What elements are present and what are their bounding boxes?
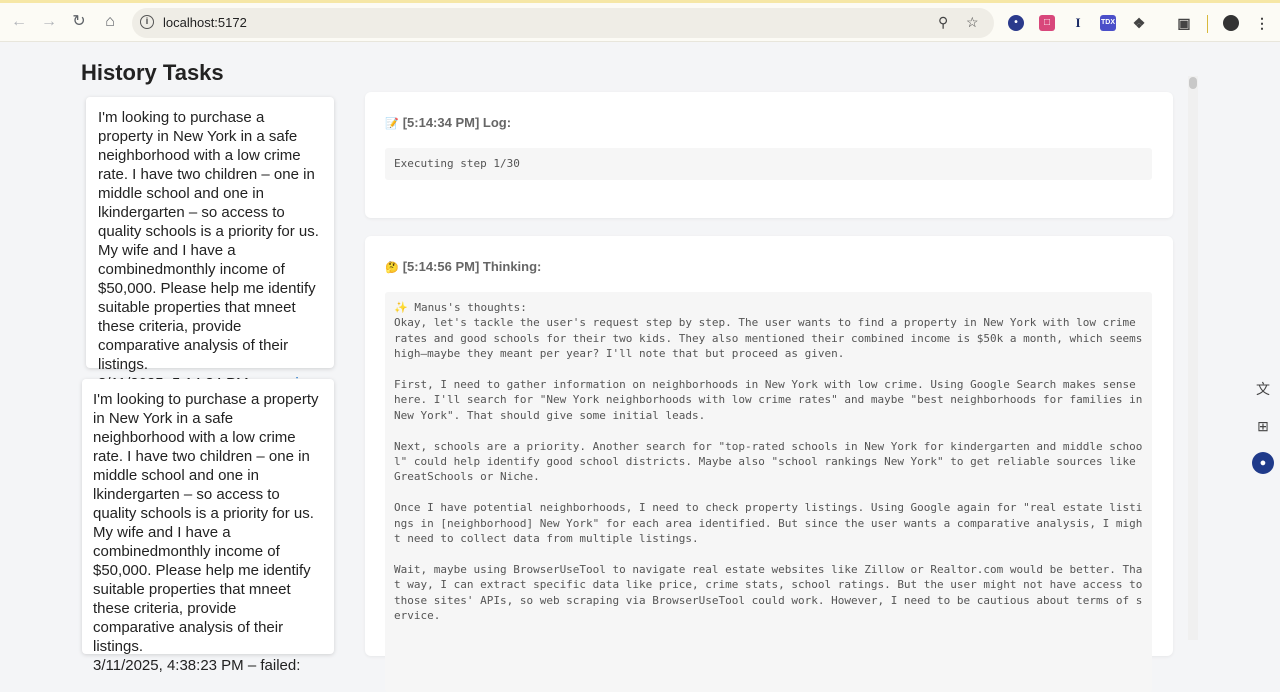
thinking-panel: 🤔 [5:14:56 PM] Thinking: ✨ Manus's though… (365, 236, 1173, 692)
log-heading: 📝 [5:14:34 PM] Log: (385, 115, 511, 130)
browser-toolbar: ← → ↻ ⌂ i localhost:5172 ⚲ ☆ • □ I TDX ❖… (0, 0, 1280, 42)
side-toolbar: 文 ⊞ ● (1246, 372, 1280, 482)
forward-icon[interactable]: → (39, 12, 59, 32)
more-menu-icon[interactable]: ⋮ (1254, 15, 1270, 31)
translate-icon[interactable]: 文 (1252, 378, 1274, 400)
url-text[interactable]: localhost:5172 (163, 15, 247, 30)
memo-icon: 📝 (385, 118, 399, 130)
address-bar[interactable]: i localhost:5172 ⚲ ☆ (132, 8, 994, 38)
screen-capture-icon[interactable]: ▣ (1176, 15, 1192, 31)
assistant-icon[interactable]: ● (1252, 452, 1274, 474)
site-info-icon[interactable]: i (140, 15, 154, 29)
task-card[interactable]: I'm looking to purchase a property in Ne… (82, 379, 334, 674)
home-icon[interactable]: ⌂ (100, 12, 120, 32)
extensions-puzzle-icon[interactable]: ❖ (1131, 15, 1147, 31)
thinking-heading: 🤔 [5:14:56 PM] Thinking: (385, 259, 541, 274)
task-status: failed: (260, 657, 301, 674)
back-icon[interactable]: ← (9, 12, 29, 32)
task-card[interactable]: I'm looking to purchase a property in Ne… (86, 97, 334, 392)
bookmark-star-icon[interactable]: ☆ (966, 14, 979, 31)
log-heading-text: [5:14:34 PM] Log: (402, 115, 512, 130)
scrollbar-thumb[interactable] (1189, 77, 1197, 89)
profile-avatar-icon[interactable] (1223, 15, 1239, 31)
reload-icon[interactable]: ↻ (69, 12, 89, 32)
extension-icon[interactable]: I (1070, 15, 1086, 31)
scrollbar-track[interactable] (1188, 76, 1198, 640)
thinking-content: ✨ Manus's thoughts: Okay, let's tackle t… (385, 292, 1152, 692)
extension-icon[interactable]: • (1008, 15, 1024, 31)
task-timestamp: 3/11/2025, 4:38:23 PM (93, 657, 244, 674)
task-text: I'm looking to purchase a property in Ne… (93, 391, 319, 655)
toolbar-separator (1207, 15, 1208, 33)
thinking-heading-text: [5:14:56 PM] Thinking: (402, 259, 542, 274)
extension-icon[interactable]: □ (1039, 15, 1055, 31)
page-title: History Tasks (81, 60, 224, 85)
apps-grid-icon[interactable]: ⊞ (1252, 415, 1274, 437)
zoom-icon[interactable]: ⚲ (938, 14, 948, 31)
task-text: I'm looking to purchase a property in Ne… (98, 109, 319, 373)
extension-icon[interactable]: TDX (1100, 15, 1116, 31)
thinking-face-icon: 🤔 (385, 262, 399, 274)
log-panel: 📝 [5:14:34 PM] Log: Executing step 1/30 (365, 92, 1173, 218)
log-content: Executing step 1/30 (385, 148, 1152, 180)
task-separator: – (243, 657, 261, 674)
